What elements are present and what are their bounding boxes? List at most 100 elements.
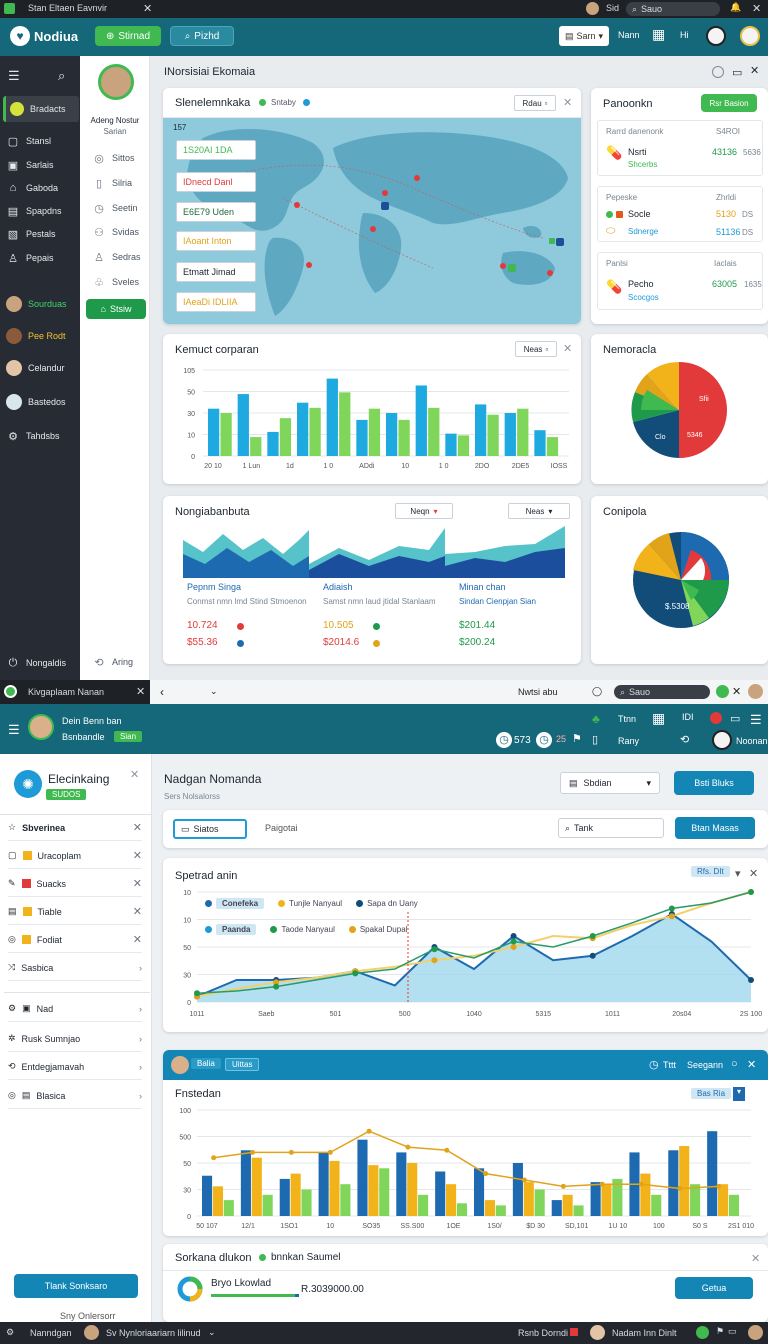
sidebar-item-active[interactable]: Bradacts xyxy=(3,96,79,122)
panel-action-button[interactable]: Tlank Sonksaro xyxy=(14,1274,138,1298)
avatar[interactable] xyxy=(28,714,54,740)
gear-icon[interactable]: ⚙ xyxy=(6,1327,14,1338)
primary-button[interactable]: ⊕ Stirnad xyxy=(95,26,161,46)
list-item[interactable]: ⤨ Sasbica › xyxy=(8,955,142,981)
bar[interactable] xyxy=(340,1184,351,1216)
doc-icon[interactable]: ▯ xyxy=(592,733,598,746)
bar[interactable] xyxy=(728,1194,740,1216)
map-control[interactable]: Rdau ▫ xyxy=(514,95,556,111)
data-point[interactable] xyxy=(405,1144,411,1150)
data-point[interactable] xyxy=(327,1149,333,1155)
bar[interactable] xyxy=(202,1175,213,1216)
bar[interactable] xyxy=(475,404,487,456)
window-icon[interactable]: ▭ xyxy=(732,66,742,79)
data-point[interactable] xyxy=(273,983,280,990)
close-icon[interactable]: ✕ xyxy=(751,1252,760,1265)
subnav-item[interactable]: ◷ Seetin xyxy=(92,198,137,218)
bar[interactable] xyxy=(415,385,427,456)
sidebar-item-gaboda[interactable]: ⌂ Gaboda xyxy=(6,177,58,199)
sidebar-person[interactable]: Sourduas xyxy=(6,293,67,315)
data-point[interactable] xyxy=(589,952,596,959)
header-select[interactable]: ▤ Sarn ▾ xyxy=(559,26,609,46)
area-chart[interactable] xyxy=(445,526,565,578)
bar[interactable] xyxy=(339,392,351,456)
summary-group[interactable]: Rarrd danenonk S4ROI 💊 Nsrti Shcerbs 431… xyxy=(597,120,763,176)
bar[interactable] xyxy=(484,1200,495,1216)
taskbar-label[interactable]: Nanndgan xyxy=(30,1328,72,1338)
subnav-item[interactable]: ◎ Sittos xyxy=(92,148,134,168)
data-point[interactable] xyxy=(431,957,438,964)
close-icon[interactable]: ✕ xyxy=(750,64,759,77)
flag-icon[interactable]: ⚑ xyxy=(716,1326,724,1337)
avatar[interactable] xyxy=(84,1325,99,1340)
close-icon[interactable]: ✕ xyxy=(136,685,145,698)
panel-button[interactable]: Rsr Basion xyxy=(701,94,757,112)
bar[interactable] xyxy=(368,408,381,456)
pie-chart[interactable] xyxy=(629,360,729,460)
bar[interactable] xyxy=(279,418,292,456)
data-point[interactable] xyxy=(250,1149,256,1155)
data-point[interactable] xyxy=(211,1155,217,1161)
search-input[interactable]: ⌕ Tank xyxy=(558,818,664,838)
close-icon[interactable]: ✕ xyxy=(752,2,761,15)
list-item[interactable]: ☆ Sbverinea ✕ xyxy=(8,815,142,841)
sidebar-item-sarlais[interactable]: ▣ Sarlais xyxy=(6,154,54,176)
bar[interactable] xyxy=(356,419,368,456)
header-link[interactable]: Nann xyxy=(618,30,640,40)
sidebar-person[interactable]: Celandur xyxy=(6,357,65,379)
bar[interactable] xyxy=(640,1173,651,1216)
bar[interactable] xyxy=(679,1146,690,1216)
bar[interactable] xyxy=(573,1205,584,1216)
bar[interactable] xyxy=(396,1152,407,1216)
bar[interactable] xyxy=(456,1203,468,1216)
bar[interactable] xyxy=(707,1131,718,1216)
list-item[interactable]: ✎ Suacks ✕ xyxy=(8,871,142,897)
bar[interactable] xyxy=(212,1186,223,1216)
list-item[interactable]: ⚙ ▣ Nad › xyxy=(8,996,142,1022)
bar[interactable] xyxy=(418,1194,429,1216)
close-icon[interactable]: ✕ xyxy=(133,877,142,890)
avatar[interactable] xyxy=(712,730,732,750)
data-point[interactable] xyxy=(288,1149,294,1155)
refresh-icon[interactable]: ⟲ xyxy=(680,733,689,746)
chevron-right-icon[interactable]: › xyxy=(139,1034,142,1044)
bar[interactable] xyxy=(504,413,516,456)
sidebar-person[interactable]: Bastedos xyxy=(6,391,66,413)
chart-control[interactable]: Neas ▾ xyxy=(508,503,570,519)
header-link[interactable]: Hi xyxy=(680,30,689,40)
bar[interactable] xyxy=(534,1189,545,1217)
bar[interactable] xyxy=(487,414,499,456)
data-point[interactable] xyxy=(668,913,675,920)
bar[interactable] xyxy=(474,1168,485,1216)
bell-icon[interactable]: 🔔 xyxy=(730,2,741,13)
bar[interactable] xyxy=(517,408,529,456)
data-point[interactable] xyxy=(716,1183,722,1189)
header-chip[interactable]: Balia xyxy=(191,1058,221,1069)
bar[interactable] xyxy=(357,1139,368,1216)
sidebar-footer[interactable]: ⏻ Nongaldis xyxy=(6,652,66,674)
area-chart[interactable] xyxy=(309,526,445,578)
bar[interactable] xyxy=(546,437,559,456)
close-icon[interactable]: ✕ xyxy=(563,342,572,355)
avatar[interactable] xyxy=(586,2,599,15)
bar[interactable] xyxy=(301,1189,312,1217)
bar[interactable] xyxy=(435,1171,446,1216)
avatar[interactable] xyxy=(706,26,726,46)
bar[interactable] xyxy=(267,431,279,456)
clock-icon[interactable]: ◷ xyxy=(536,732,552,748)
line-chart[interactable]: 10 10 50 30 0 1011 Saeb 501 500 1040 5315 1011 20s04… xyxy=(163,884,768,1032)
bar[interactable] xyxy=(446,1184,457,1216)
close-icon[interactable]: ✕ xyxy=(732,685,741,698)
data-point[interactable] xyxy=(444,1147,450,1153)
sidebar-item-pestals[interactable]: ▧ Pestals xyxy=(6,223,56,245)
chevron-right-icon[interactable]: › xyxy=(139,1004,142,1014)
bar[interactable] xyxy=(551,1200,562,1216)
list-item[interactable]: ▢ Uracoplam ✕ xyxy=(8,843,142,869)
header-tab[interactable]: Uittas xyxy=(225,1058,260,1071)
bar[interactable] xyxy=(368,1165,379,1216)
grid-icon[interactable]: ▦ xyxy=(652,26,665,43)
secondary-button[interactable]: ⌕ Pizhd xyxy=(170,26,234,46)
avatar[interactable] xyxy=(171,1056,189,1074)
summary-group[interactable]: Panlsi Iaclais 💊 Pecho Scocgos 63005 163… xyxy=(597,252,763,310)
window-icon[interactable]: ▭ xyxy=(730,712,740,725)
